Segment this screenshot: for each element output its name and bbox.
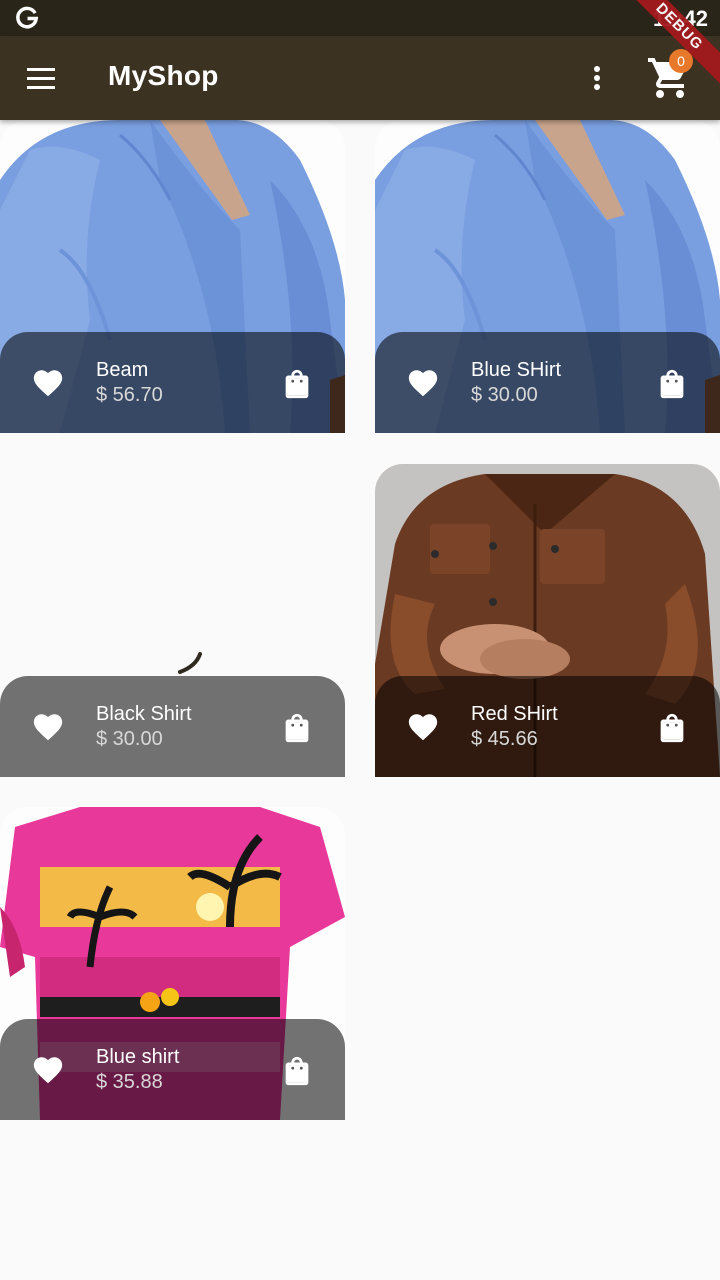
- product-footer: Black Shirt $ 30.00: [0, 676, 345, 777]
- product-card[interactable]: Blue shirt $ 35.88: [0, 807, 345, 1120]
- product-title: Black Shirt: [96, 703, 192, 725]
- menu-icon-line: [27, 77, 55, 80]
- product-card[interactable]: Red SHirt $ 45.66: [375, 464, 720, 777]
- menu-button[interactable]: [20, 58, 64, 98]
- menu-icon-line: [27, 86, 55, 89]
- more-vert-icon-dot: [594, 84, 600, 90]
- product-price: $ 56.70: [96, 384, 163, 406]
- google-icon: [16, 6, 39, 29]
- product-card[interactable]: Blue SHirt $ 30.00: [375, 120, 720, 433]
- product-card[interactable]: Beam $ 56.70: [0, 120, 345, 433]
- product-title: Red SHirt: [471, 703, 558, 725]
- app-bar: MyShop: [0, 36, 720, 120]
- product-footer: Red SHirt $ 45.66: [375, 676, 720, 777]
- product-price: $ 30.00: [96, 728, 163, 750]
- product-price: $ 45.66: [471, 728, 538, 750]
- shopping-bag-icon[interactable]: [655, 366, 689, 402]
- product-title: Blue shirt: [96, 1046, 180, 1068]
- product-footer: Blue SHirt $ 30.00: [375, 332, 720, 433]
- heart-icon[interactable]: [30, 366, 66, 400]
- product-title: Beam: [96, 359, 149, 381]
- heart-icon[interactable]: [30, 1053, 66, 1087]
- product-price: $ 35.88: [96, 1071, 163, 1093]
- more-vert-icon: [594, 66, 600, 72]
- more-options-button[interactable]: [580, 56, 614, 100]
- product-title: Blue SHirt: [471, 359, 562, 381]
- shopping-bag-icon[interactable]: [280, 366, 314, 402]
- menu-icon: [27, 68, 55, 71]
- shopping-bag-icon[interactable]: [280, 710, 314, 746]
- heart-icon[interactable]: [30, 710, 66, 744]
- heart-icon[interactable]: [405, 366, 441, 400]
- status-bar: 11:42: [0, 0, 720, 36]
- product-footer: Blue shirt $ 35.88: [0, 1019, 345, 1120]
- product-grid: Beam $ 56.70 Blue SHirt $ 30.00 Black Sh…: [0, 120, 720, 1280]
- shopping-bag-icon[interactable]: [280, 1053, 314, 1089]
- heart-icon[interactable]: [405, 710, 441, 744]
- product-price: $ 30.00: [471, 384, 538, 406]
- product-card[interactable]: Black Shirt $ 30.00: [0, 464, 345, 777]
- shopping-bag-icon[interactable]: [655, 710, 689, 746]
- product-footer: Beam $ 56.70: [0, 332, 345, 433]
- app-title: MyShop: [108, 60, 219, 91]
- more-vert-icon-dot: [594, 75, 600, 81]
